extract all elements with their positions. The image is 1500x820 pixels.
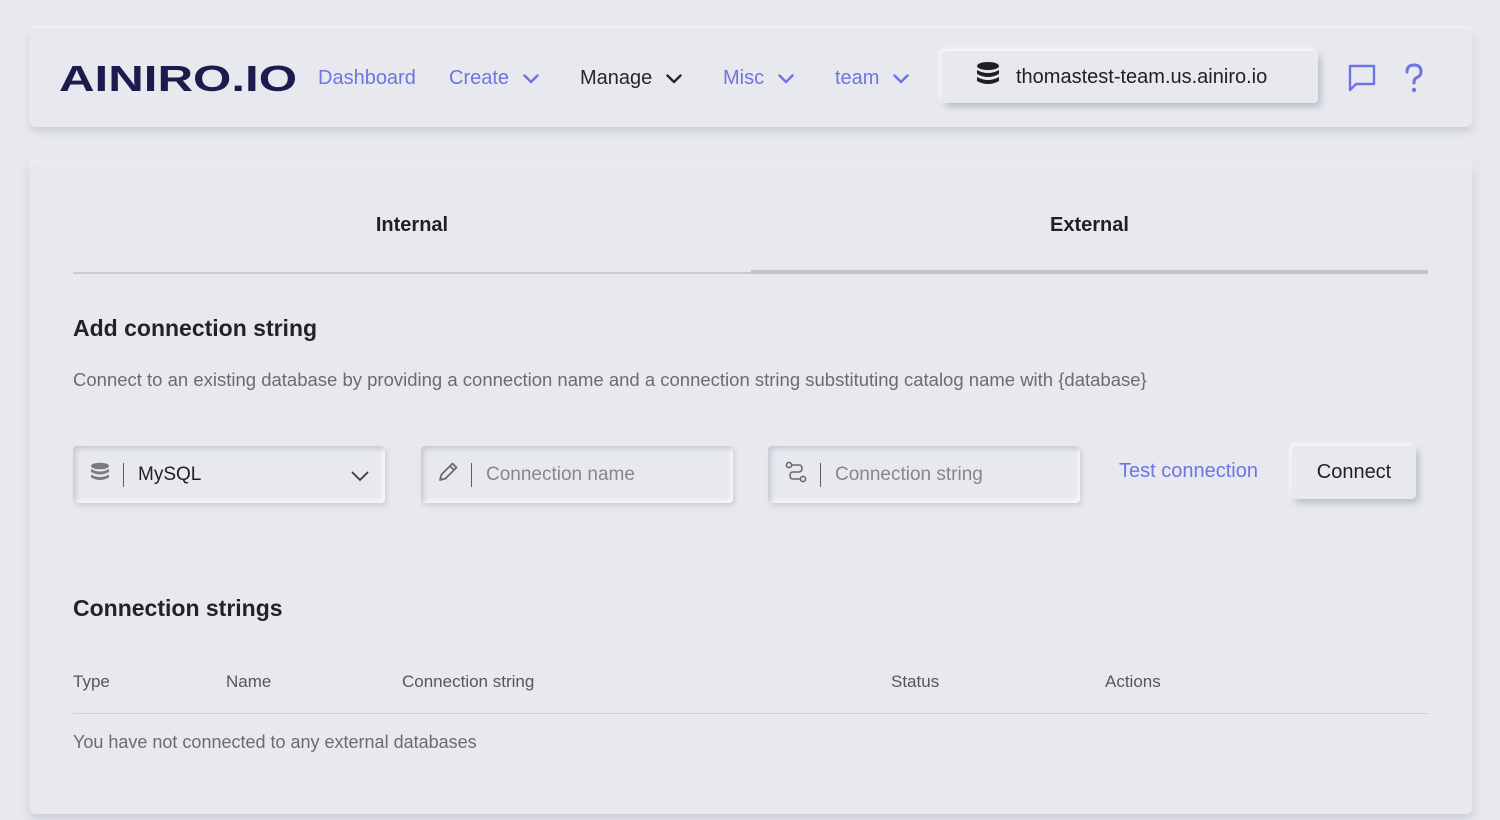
ainiro-logo[interactable]: AINIRO.IO — [59, 58, 299, 99]
help-icon[interactable] — [1402, 62, 1426, 99]
chevron-down-icon — [666, 67, 682, 90]
tab-external[interactable]: External — [751, 214, 1428, 274]
table-divider — [73, 713, 1428, 714]
nav-dashboard-label: Dashboard — [318, 66, 416, 89]
database-type-value: MySQL — [138, 463, 202, 485]
connection-strings-title: Connection strings — [73, 595, 283, 621]
empty-state-message: You have not connected to any external d… — [73, 732, 477, 752]
column-header-type: Type — [73, 672, 110, 691]
database-host-button[interactable]: thomastest-team.us.ainiro.io — [942, 51, 1318, 103]
connection-name-input[interactable] — [486, 463, 706, 486]
nav-misc-label: Misc — [723, 66, 765, 89]
field-separator — [471, 462, 472, 487]
nav-create-label: Create — [449, 66, 510, 89]
column-header-actions: Actions — [1105, 672, 1161, 691]
tab-internal-underline — [73, 272, 751, 274]
nav-create[interactable]: Create — [449, 64, 539, 92]
database-host-label: thomastest-team.us.ainiro.io — [1016, 65, 1268, 88]
nav-team-label: team — [835, 66, 880, 89]
svg-text:AINIRO.IO: AINIRO.IO — [59, 62, 297, 94]
tab-internal[interactable]: Internal — [73, 214, 751, 274]
test-connection-link[interactable]: Test connection — [1119, 460, 1258, 483]
database-icon — [974, 60, 1002, 94]
add-connection-title: Add connection string — [73, 315, 318, 341]
database-icon — [89, 461, 111, 489]
top-navigation-bar: AINIRO.IO Dashboard Create Manage Misc t… — [30, 28, 1472, 127]
connection-string-input[interactable] — [835, 463, 1055, 486]
main-card: Internal External Add connection string … — [30, 162, 1472, 814]
tab-internal-label: Internal — [375, 214, 449, 236]
chevron-down-icon — [778, 67, 794, 90]
column-header-connection-string: Connection string — [402, 672, 535, 691]
nav-manage[interactable]: Manage — [580, 64, 682, 92]
connection-name-field[interactable] — [421, 446, 733, 503]
database-type-select[interactable]: MySQL — [73, 446, 385, 503]
pencil-icon — [437, 461, 459, 489]
chevron-down-icon — [893, 67, 910, 90]
nav-misc[interactable]: Misc — [723, 64, 794, 92]
column-header-name: Name — [226, 672, 272, 691]
route-icon — [784, 461, 808, 489]
connect-button[interactable]: Connect — [1292, 446, 1416, 499]
chevron-down-icon — [351, 466, 369, 488]
add-connection-description: Connect to an existing database by provi… — [73, 369, 1147, 390]
nav-team[interactable]: team — [835, 64, 910, 92]
chat-icon[interactable] — [1346, 62, 1378, 99]
column-header-status: Status — [891, 672, 940, 691]
nav-dashboard[interactable]: Dashboard — [318, 64, 416, 92]
chevron-down-icon — [523, 67, 539, 90]
field-separator — [820, 462, 821, 487]
connection-string-field[interactable] — [768, 446, 1080, 503]
tab-external-underline — [751, 270, 1428, 274]
nav-manage-label: Manage — [580, 66, 653, 89]
field-separator — [123, 462, 124, 487]
tab-external-label: External — [1050, 214, 1129, 236]
